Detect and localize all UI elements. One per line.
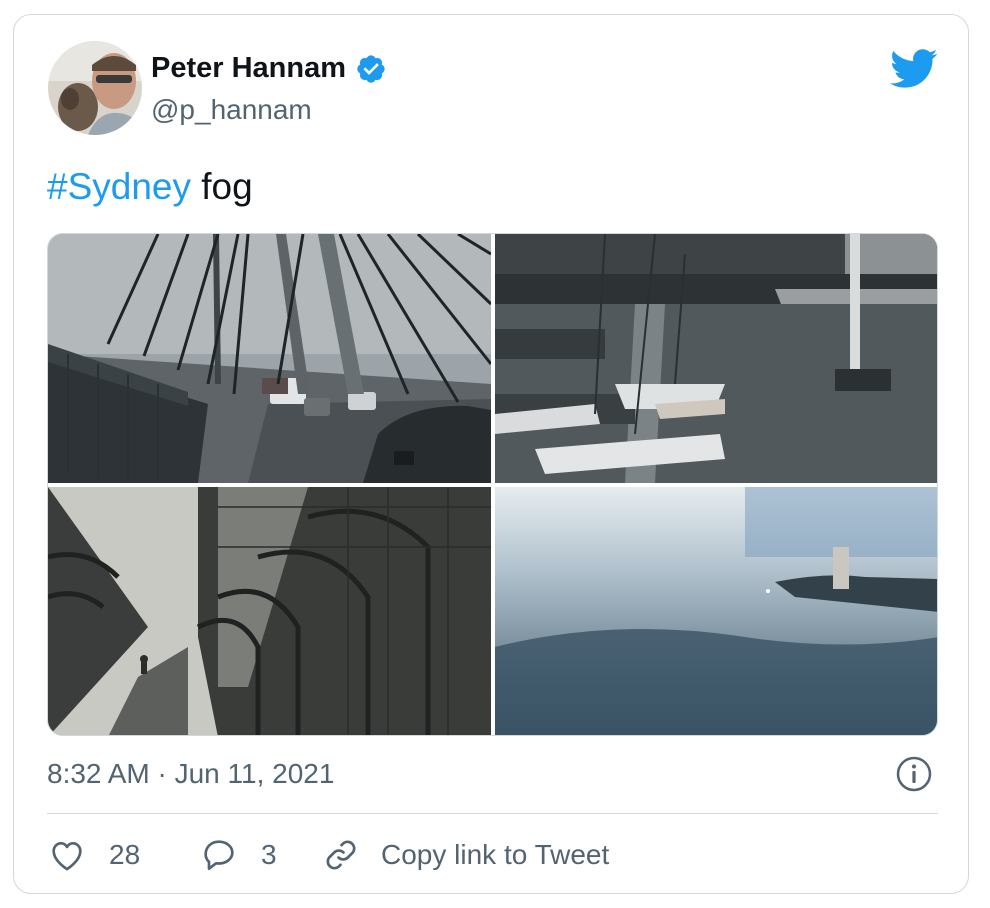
- copy-link-label: Copy link to Tweet: [381, 839, 610, 870]
- author-name-text[interactable]: Peter Hannam: [151, 52, 346, 85]
- reply-button[interactable]: 3: [199, 835, 277, 875]
- twitter-bird-icon[interactable]: [890, 49, 938, 89]
- info-icon[interactable]: [895, 755, 933, 793]
- heart-icon: [52, 842, 82, 871]
- hashtag-link[interactable]: #Sydney: [47, 166, 191, 207]
- copy-link-button[interactable]: Copy link to Tweet: [321, 835, 609, 875]
- verified-badge-icon: [355, 53, 387, 85]
- link-icon: [326, 840, 356, 870]
- media-grid: [47, 233, 938, 736]
- photo-bridge-cables-traffic[interactable]: [48, 234, 491, 483]
- tweet-card: Peter Hannam @p_hannam #Sydney fog 8:32 …: [13, 14, 969, 894]
- author-display-name[interactable]: Peter Hannam: [151, 52, 387, 85]
- tweet-timestamp[interactable]: 8:32 AM · Jun 11, 2021: [47, 758, 334, 790]
- divider: [47, 813, 938, 814]
- like-count: 28: [109, 839, 141, 870]
- tweet-text: #Sydney fog: [47, 166, 253, 208]
- like-button[interactable]: 28: [47, 835, 140, 875]
- reply-count: 3: [261, 839, 277, 870]
- author-avatar[interactable]: [48, 41, 142, 135]
- speech-bubble-icon: [204, 840, 234, 870]
- author-handle[interactable]: @p_hannam: [151, 94, 312, 126]
- photo-harbour-yachts[interactable]: [495, 234, 937, 483]
- photo-bridge-walkway[interactable]: [48, 487, 491, 735]
- photo-foggy-harbour[interactable]: [495, 487, 937, 735]
- tweet-body-text: fog: [191, 166, 253, 207]
